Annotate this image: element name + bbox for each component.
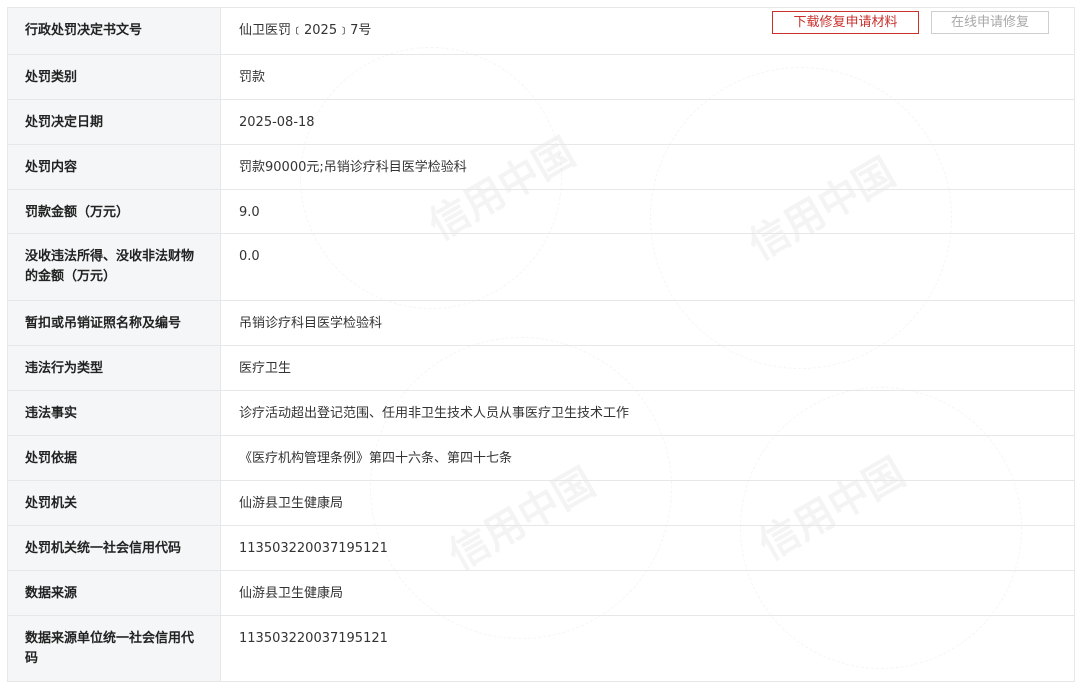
- table-row: 处罚依据 《医疗机构管理条例》第四十六条、第四十七条: [7, 435, 1075, 481]
- table-row: 处罚内容 罚款90000元;吊销诊疗科目医学检验科: [7, 144, 1075, 190]
- row-value: 9.0: [220, 189, 1075, 234]
- row-label: 行政处罚决定书文号: [7, 7, 221, 55]
- row-value: 诊疗活动超出登记范围、任用非卫生技术人员从事医疗卫生技术工作: [220, 390, 1075, 436]
- row-label: 处罚机关: [7, 480, 221, 526]
- download-repair-materials-button[interactable]: 下载修复申请材料: [772, 11, 919, 34]
- table-row: 暂扣或吊销证照名称及编号 吊销诊疗科目医学检验科: [7, 300, 1075, 346]
- table-row: 处罚机关 仙游县卫生健康局: [7, 480, 1075, 526]
- row-label: 数据来源: [7, 570, 221, 616]
- row-value: 113503220037195121: [220, 615, 1075, 682]
- row-value: 医疗卫生: [220, 345, 1075, 391]
- table-row: 违法行为类型 医疗卫生: [7, 345, 1075, 391]
- row-label: 没收违法所得、没收非法财物的金额（万元）: [7, 233, 221, 301]
- online-repair-application-button[interactable]: 在线申请修复: [931, 11, 1049, 34]
- row-label: 违法行为类型: [7, 345, 221, 391]
- row-value: 仙游县卫生健康局: [220, 480, 1075, 526]
- row-value: 仙游县卫生健康局: [220, 570, 1075, 616]
- table-row: 数据来源 仙游县卫生健康局: [7, 570, 1075, 616]
- row-label: 处罚类别: [7, 54, 221, 100]
- row-label: 暂扣或吊销证照名称及编号: [7, 300, 221, 346]
- row-label: 处罚机关统一社会信用代码: [7, 525, 221, 571]
- row-value: 2025-08-18: [220, 99, 1075, 145]
- row-label: 违法事实: [7, 390, 221, 436]
- table-row: 违法事实 诊疗活动超出登记范围、任用非卫生技术人员从事医疗卫生技术工作: [7, 390, 1075, 436]
- row-value: 吊销诊疗科目医学检验科: [220, 300, 1075, 346]
- table-row: 没收违法所得、没收非法财物的金额（万元） 0.0: [7, 233, 1075, 301]
- row-value: 113503220037195121: [220, 525, 1075, 571]
- row-value: 罚款: [220, 54, 1075, 100]
- row-label: 数据来源单位统一社会信用代码: [7, 615, 221, 682]
- row-label: 处罚内容: [7, 144, 221, 190]
- row-value: 《医疗机构管理条例》第四十六条、第四十七条: [220, 435, 1075, 481]
- table-row: 罚款金额（万元） 9.0: [7, 189, 1075, 234]
- row-label: 处罚依据: [7, 435, 221, 481]
- table-row: 数据来源单位统一社会信用代码 113503220037195121: [7, 615, 1075, 682]
- row-label: 处罚决定日期: [7, 99, 221, 145]
- table-row: 处罚决定日期 2025-08-18: [7, 99, 1075, 145]
- row-value: 0.0: [220, 233, 1075, 301]
- penalty-detail-table: 行政处罚决定书文号 仙卫医罚﹝2025﹞7号 处罚类别 罚款 处罚决定日期 20…: [7, 7, 1075, 682]
- row-value: 罚款90000元;吊销诊疗科目医学检验科: [220, 144, 1075, 190]
- row-label: 罚款金额（万元）: [7, 189, 221, 234]
- table-row: 处罚机关统一社会信用代码 113503220037195121: [7, 525, 1075, 571]
- table-row: 处罚类别 罚款: [7, 54, 1075, 100]
